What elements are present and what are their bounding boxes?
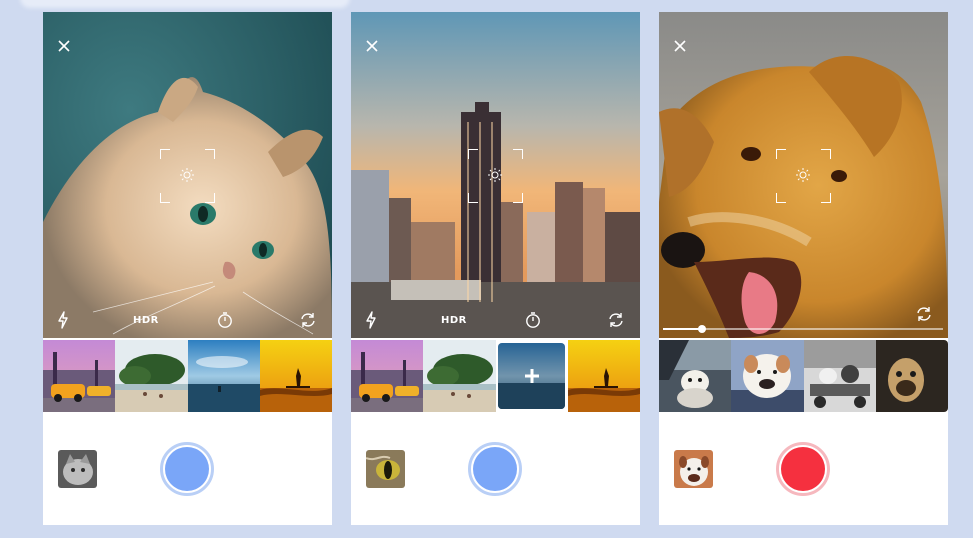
capture-bar (43, 412, 332, 525)
recording-progress-fill (663, 328, 703, 330)
timer-icon (526, 312, 540, 328)
close-button[interactable] (672, 38, 688, 54)
switch-camera-button[interactable] (607, 310, 625, 330)
thumbnail-ocean-horizon[interactable] (188, 340, 260, 412)
switch-camera-button[interactable] (299, 310, 317, 330)
hdr-toggle[interactable]: HDR (441, 315, 467, 326)
exposure-icon (180, 168, 194, 182)
capture-bar (351, 412, 640, 525)
switch-camera-icon (609, 313, 623, 327)
thumbnail-city-street-car[interactable] (351, 340, 423, 412)
timer-button[interactable] (216, 310, 234, 330)
camera-screen-cat: HDR (43, 12, 332, 525)
thumbnail-strip (351, 340, 640, 412)
thumbnail-pug-portrait[interactable] (876, 340, 948, 412)
thumbnail-beach-trees[interactable] (423, 340, 496, 412)
close-icon (58, 40, 70, 52)
thumbnail-surfer-sunset[interactable] (260, 340, 332, 412)
close-button[interactable] (364, 38, 380, 54)
thumbnail-dogs-on-cart[interactable] (804, 340, 876, 412)
timer-icon (218, 312, 232, 328)
switch-camera-icon (301, 313, 315, 327)
cat-photo-icon (58, 450, 97, 488)
record-button[interactable] (776, 442, 830, 496)
switch-camera-button[interactable] (915, 304, 933, 324)
thumbnail-city-street-car[interactable] (43, 340, 115, 412)
focus-indicator[interactable] (468, 149, 523, 203)
gallery-button[interactable] (366, 450, 405, 488)
thumbnail-beach-trees[interactable] (115, 340, 188, 412)
focus-indicator[interactable] (776, 149, 831, 203)
close-icon (674, 40, 686, 52)
close-button[interactable] (56, 38, 72, 54)
thumbnail-bulldog[interactable] (731, 340, 804, 412)
timer-button[interactable] (524, 310, 542, 330)
hdr-toggle[interactable]: HDR (133, 315, 159, 326)
exposure-icon (488, 168, 502, 182)
gallery-button[interactable] (58, 450, 97, 488)
capture-bar (659, 412, 948, 525)
viewfinder[interactable]: HDR (43, 12, 332, 338)
cat-eye-photo-icon (366, 450, 405, 488)
thumbnail-dog-in-car[interactable] (659, 340, 731, 412)
thumbnail-strip (43, 340, 332, 412)
close-icon (366, 40, 378, 52)
background-glow (20, 0, 350, 8)
camera-screen-dog (659, 12, 948, 525)
recording-progress[interactable] (663, 325, 943, 333)
flash-button[interactable] (364, 310, 378, 330)
exposure-icon (796, 168, 810, 182)
flash-button[interactable] (56, 310, 70, 330)
focus-indicator[interactable] (160, 149, 215, 203)
shutter-button[interactable] (160, 442, 214, 496)
shutter-button[interactable] (468, 442, 522, 496)
flash-icon (366, 311, 376, 329)
thumbnail-surfer-sunset[interactable] (568, 340, 640, 412)
bulldog-photo-icon (674, 450, 713, 488)
camera-screen-city: HDR (351, 12, 640, 525)
viewfinder[interactable] (659, 12, 948, 338)
gallery-button[interactable] (674, 450, 713, 488)
plus-icon (524, 369, 539, 383)
flash-icon (58, 311, 68, 329)
thumbnail-ocean-horizon-selected[interactable] (498, 343, 565, 409)
switch-camera-icon (917, 307, 931, 321)
thumbnail-strip (659, 340, 948, 412)
viewfinder[interactable]: HDR (351, 12, 640, 338)
add-overlay (498, 343, 565, 409)
